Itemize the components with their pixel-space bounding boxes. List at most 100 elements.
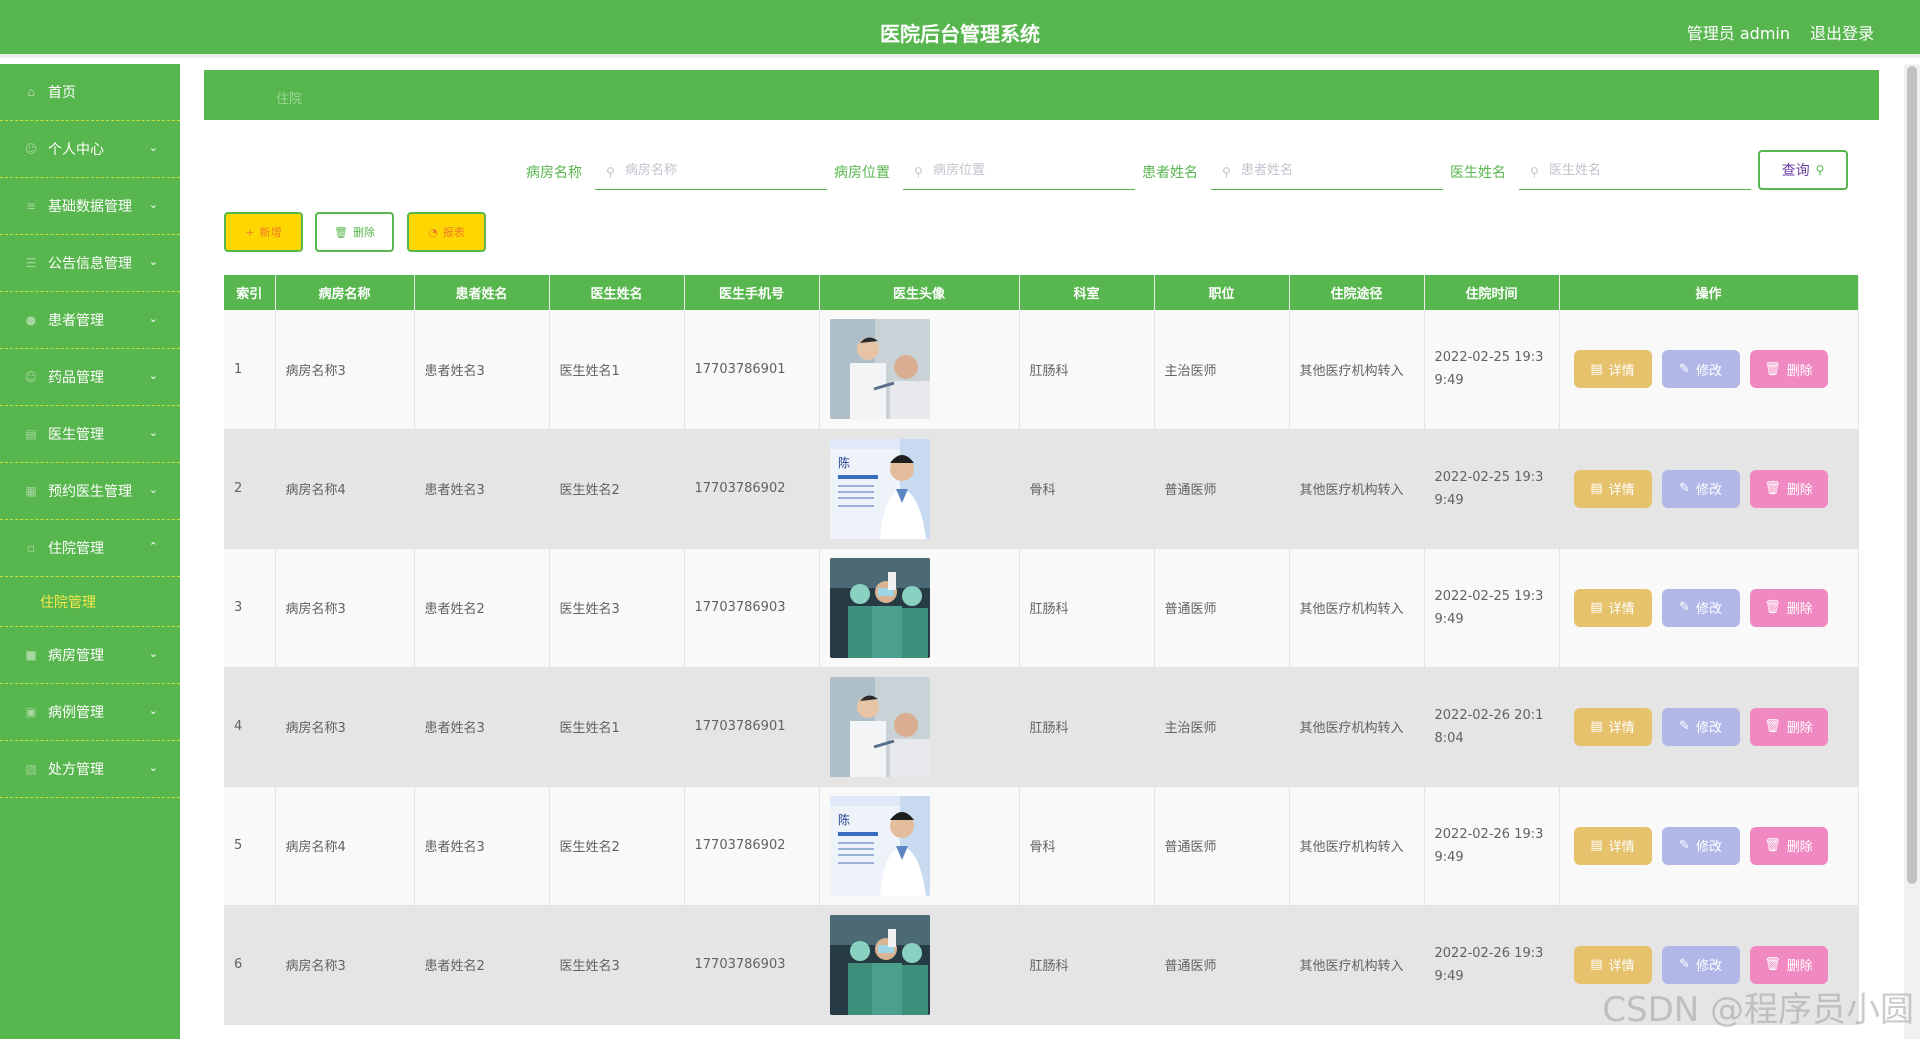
doctor-avatar-image: [829, 557, 930, 658]
doctor-avatar-image: 陈: [829, 438, 930, 539]
cell-doctor-avatar: [819, 310, 1020, 430]
cell-patient-name: 患者姓名3: [414, 667, 550, 787]
trash-icon: 🗑: [1764, 481, 1781, 496]
cell-index: 5: [224, 786, 276, 906]
cell-operations: ▤ 详情 ✎ 修改 🗑 删除: [1559, 310, 1859, 430]
edit-button-label: 修改: [1695, 483, 1722, 498]
sidebar-item[interactable]: ☺ 药品管理 ⌄: [0, 349, 180, 406]
ward-location-input[interactable]: [903, 152, 1135, 190]
sidebar-item[interactable]: ≡ 基础数据管理 ⌄: [0, 178, 180, 235]
watermark: CSDN @程序员小圆: [1602, 990, 1914, 1030]
sidebar-item[interactable]: ▦ 预约医生管理 ⌄: [0, 463, 180, 520]
cell-index: 4: [224, 667, 276, 787]
ward-location-label: 病房位置: [834, 165, 890, 181]
patient-name-label: 患者姓名: [1142, 165, 1198, 181]
sidebar-item[interactable]: ▣ 病例管理 ⌄: [0, 684, 180, 741]
cell-doctor-avatar: 陈: [819, 429, 1020, 549]
cell-position: 主治医师: [1154, 310, 1290, 430]
admission-time-line: 2022-02-26 19:3: [1434, 826, 1544, 842]
detail-button[interactable]: ▤ 详情: [1573, 707, 1652, 746]
calendar-icon: ▦: [25, 484, 37, 498]
detail-button[interactable]: ▤ 详情: [1573, 945, 1652, 984]
submenu-item-active[interactable]: 住院管理: [0, 577, 180, 627]
sidebar-item[interactable]: ● 患者管理 ⌄: [0, 292, 180, 349]
cell-admission-time: 2022-02-25 19:3 9:49: [1424, 310, 1560, 430]
doctor-name-label: 医生姓名: [1450, 165, 1506, 181]
sidebar-item[interactable]: ▫ 住院管理 ⌃: [0, 520, 180, 577]
admission-time-line: 9:49: [1434, 373, 1464, 389]
edit-button[interactable]: ✎ 修改: [1661, 707, 1740, 746]
edit-button-label: 修改: [1695, 363, 1722, 379]
detail-button[interactable]: ▤ 详情: [1573, 826, 1652, 865]
cell-patient-name: 患者姓名2: [414, 548, 550, 668]
detail-button-label: 详情: [1608, 959, 1635, 974]
delete-button-label: 删除: [1786, 840, 1813, 855]
edit-button[interactable]: ✎ 修改: [1661, 469, 1740, 508]
detail-button[interactable]: ▤ 详情: [1573, 350, 1652, 389]
sidebar-item-label: 公告信息管理: [48, 256, 132, 272]
sidebar-item[interactable]: ☺ 个人中心 ⌄: [0, 121, 180, 178]
sidebar-item[interactable]: ▧ 处方管理 ⌄: [0, 741, 180, 798]
doctor-name-input[interactable]: [1519, 152, 1751, 190]
column-header: 医生姓名: [549, 275, 685, 310]
admission-time-line: 2022-02-25 19:3: [1434, 350, 1544, 366]
report-button[interactable]: ◔ 报表: [407, 212, 486, 252]
delete-button-label: 删除: [1786, 959, 1813, 974]
detail-button[interactable]: ▤ 详情: [1573, 469, 1652, 508]
delete-button[interactable]: 🗑 删除: [1749, 588, 1828, 627]
doctor-avatar-image: 陈: [829, 795, 930, 896]
sidebar-item-label: 首页: [48, 85, 76, 101]
column-header: 住院途径: [1289, 275, 1425, 310]
delete-button[interactable]: 🗑 删除: [1749, 707, 1828, 746]
sidebar-item[interactable]: ■ 病房管理 ⌄: [0, 627, 180, 684]
query-button[interactable]: 查询 ⚲: [1758, 150, 1848, 190]
trash-icon: 🗑: [1764, 719, 1781, 734]
column-header: 患者姓名: [414, 275, 550, 310]
batch-delete-label: 删除: [352, 226, 375, 239]
edit-button[interactable]: ✎ 修改: [1661, 588, 1740, 627]
add-button[interactable]: + 新增: [224, 212, 303, 252]
column-header: 住院时间: [1424, 275, 1560, 310]
detail-button[interactable]: ▤ 详情: [1573, 588, 1652, 627]
column-header: 病房名称: [275, 275, 415, 310]
cell-admission-route: 其他医疗机构转入: [1289, 667, 1425, 787]
cell-ward-name: 病房名称3: [275, 310, 415, 430]
sidebar-item[interactable]: ⌂ 首页: [0, 64, 180, 121]
cell-doctor-name: 医生姓名3: [549, 905, 685, 1025]
query-button-label: 查询: [1781, 163, 1810, 179]
cell-doctor-name: 医生姓名2: [549, 786, 685, 906]
detail-button-label: 详情: [1608, 363, 1635, 379]
pencil-icon: ✎: [1679, 600, 1690, 615]
ward-name-input[interactable]: [595, 152, 827, 190]
cell-operations: ▤ 详情 ✎ 修改 🗑 删除: [1559, 786, 1859, 906]
admission-time-line: 9:49: [1434, 611, 1464, 627]
sidebar-item[interactable]: ▤ 医生管理 ⌄: [0, 406, 180, 463]
cell-admission-time: 2022-02-25 19:3 9:49: [1424, 429, 1560, 549]
ward-name-label: 病房名称: [526, 165, 582, 181]
delete-button[interactable]: 🗑 删除: [1749, 350, 1828, 389]
chart-icon: ▤: [25, 427, 37, 441]
chevron-down-icon: ⌄: [148, 312, 158, 325]
edit-button[interactable]: ✎ 修改: [1661, 945, 1740, 984]
delete-button[interactable]: 🗑 删除: [1749, 826, 1828, 865]
cell-doctor-phone: 17703786902: [684, 786, 820, 906]
delete-button[interactable]: 🗑 删除: [1749, 945, 1828, 984]
patient-name-input[interactable]: [1211, 152, 1443, 190]
plus-icon: +: [245, 225, 255, 239]
cell-position: 主治医师: [1154, 667, 1290, 787]
sidebar-item-label: 预约医生管理: [48, 484, 132, 500]
cell-doctor-name: 医生姓名1: [549, 310, 685, 430]
cell-doctor-name: 医生姓名3: [549, 548, 685, 668]
batch-delete-button[interactable]: 🗑 删除: [315, 212, 394, 252]
logout-button[interactable]: 退出登录: [1810, 20, 1874, 44]
cell-department: 肛肠科: [1019, 310, 1155, 430]
delete-button[interactable]: 🗑 删除: [1749, 469, 1828, 508]
sidebar-item[interactable]: ☰ 公告信息管理 ⌄: [0, 235, 180, 292]
cell-department: 肛肠科: [1019, 905, 1155, 1025]
edit-button[interactable]: ✎ 修改: [1661, 350, 1740, 389]
case-icon: ▣: [25, 705, 37, 719]
pencil-icon: ✎: [1679, 719, 1690, 734]
cell-admission-time: 2022-02-26 19:3 9:49: [1424, 905, 1560, 1025]
edit-button[interactable]: ✎ 修改: [1661, 826, 1740, 865]
page-scrollbar-thumb[interactable]: [1907, 66, 1917, 884]
